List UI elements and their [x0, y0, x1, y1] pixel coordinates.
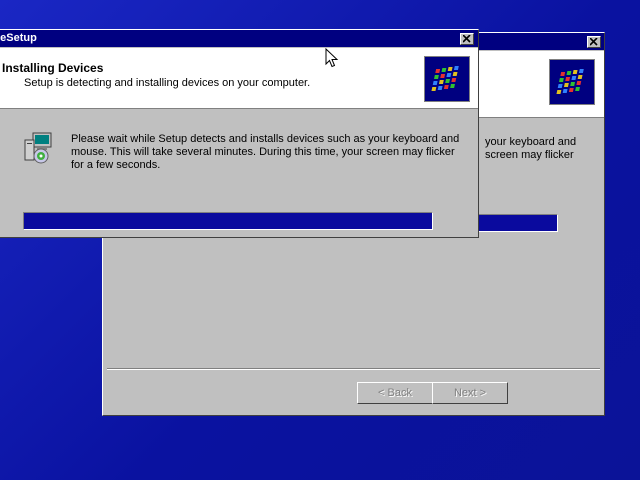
message-line-1: Please wait while Setup detects and inst… — [71, 133, 460, 145]
background-message-line-1: your keyboard and — [485, 136, 577, 148]
header-title: Installing Devices — [2, 61, 104, 75]
arrow-cursor-icon — [325, 47, 339, 68]
close-icon — [463, 35, 471, 43]
button-separator — [107, 368, 600, 370]
background-logo-icon — [549, 59, 595, 105]
window-title: tune Setup — [0, 32, 37, 44]
windows-logo-icon — [424, 56, 470, 102]
progress-fill — [24, 213, 432, 229]
message-line-2: mouse. This will take several minutes. D… — [71, 146, 455, 158]
background-close-button[interactable] — [587, 36, 601, 48]
message-line-3: for a few seconds. — [71, 159, 161, 171]
back-button[interactable]: < Back — [357, 382, 433, 404]
close-icon — [590, 38, 598, 46]
progress-bar — [23, 212, 433, 230]
close-button[interactable] — [460, 33, 474, 45]
background-message-line-2: screen may flicker — [485, 149, 574, 161]
next-button[interactable]: Next > — [432, 382, 508, 404]
header-subtitle: Setup is detecting and installing device… — [24, 77, 311, 89]
wizard-header: Installing Devices Setup is detecting an… — [0, 48, 478, 109]
computer-cd-icon — [23, 132, 55, 164]
setup-window: tune Setup Installing Devices Setup is d… — [0, 29, 479, 238]
titlebar: tune Setup — [0, 30, 478, 47]
